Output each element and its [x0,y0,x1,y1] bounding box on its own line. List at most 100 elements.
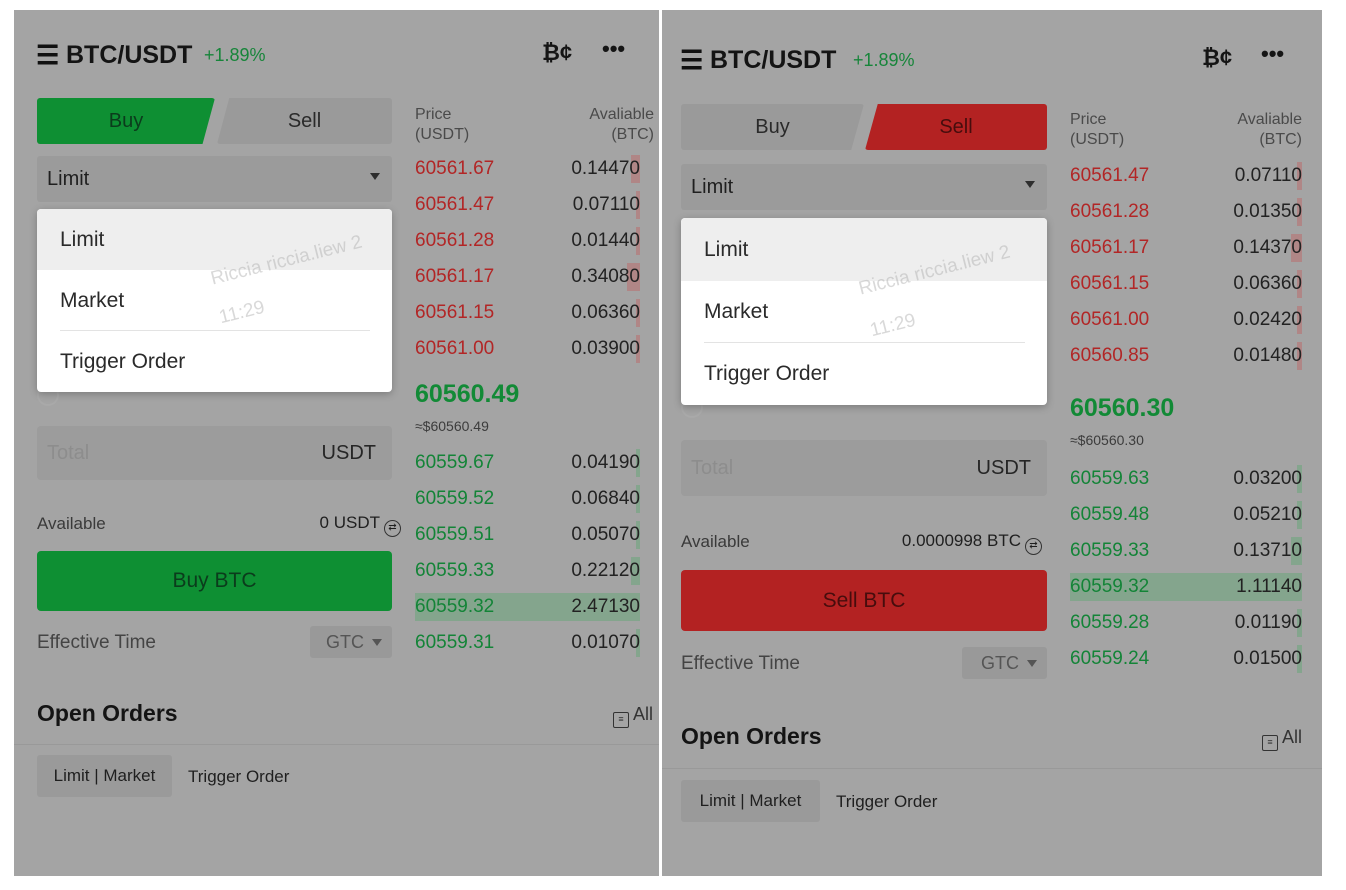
candlestick-chart-icon[interactable]: ₿¢ [542,40,572,66]
order-quantity: 0.03900 [571,338,640,359]
divider [14,744,659,745]
mid-price: 60560.49 [415,380,520,408]
ask-list: 60561.47 0.07110 60561.28 0.01350 60561.17 0.… [1070,158,1302,374]
bid-row[interactable]: 60559.51 0.05070 [415,517,640,553]
all-label: All [1281,727,1302,747]
order-type-select[interactable]: Limit [37,156,392,202]
bid-row[interactable]: 60559.52 0.06840 [415,481,640,517]
ask-row[interactable]: 60561.15 0.06360 [1070,266,1302,302]
chevron-down-icon [372,639,382,646]
order-quantity: 1.11140 [1236,576,1302,597]
ask-row[interactable]: 60561.28 0.01350 [1070,194,1302,230]
open-orders-title: Open Orders [37,700,178,726]
dropdown-option-trigger-order[interactable]: Trigger Order [681,343,1047,405]
bid-row[interactable]: 60559.33 0.22120 [415,553,640,589]
order-price: 60561.17 [415,266,495,287]
dropdown-option-market[interactable]: Market [37,270,392,331]
sell-btc-button[interactable]: Sell BTC [681,570,1047,631]
swap-icon[interactable]: ⇄ [1025,538,1042,555]
divider [662,768,1322,769]
tab-limit-market[interactable]: Limit | Market [37,755,172,797]
menu-icon[interactable]: ☰ [680,45,703,76]
order-type-value: Limit [47,167,90,190]
total-placeholder: Total [47,441,90,464]
ask-row[interactable]: 60561.47 0.07110 [415,187,640,223]
order-price: 60559.32 [1070,576,1150,597]
order-price: 60559.31 [415,632,495,653]
tab-trigger-order[interactable]: Trigger Order [836,792,937,812]
order-price: 60559.67 [415,452,495,473]
ask-row[interactable]: 60560.85 0.01480 [1070,338,1302,374]
dropdown-option-market[interactable]: Market [681,281,1047,343]
effective-time-select[interactable]: GTC [962,647,1047,679]
order-price: 60559.32 [415,596,495,617]
option-label: Market [60,288,125,312]
bid-row[interactable]: 60559.63 0.03200 [1070,461,1302,497]
order-quantity: 0.06360 [571,302,640,323]
ask-row[interactable]: 60561.47 0.07110 [1070,158,1302,194]
order-quantity: 0.07110 [1234,165,1302,186]
sell-tab[interactable]: Sell [865,104,1047,150]
tab-limit-market[interactable]: Limit | Market [681,780,820,822]
option-label: Limit [704,237,749,261]
list-icon: ≡ [612,712,629,728]
more-icon[interactable]: ••• [602,36,625,62]
bid-row[interactable]: 60559.48 0.05210 [1070,497,1302,533]
order-type-select[interactable]: Limit [681,164,1047,210]
chevron-down-icon [370,173,380,180]
ask-row[interactable]: 60561.17 0.14370 [1070,230,1302,266]
bid-row[interactable]: 60559.32 1.11140 [1070,569,1302,605]
bid-row[interactable]: 60559.67 0.04190 [415,445,640,481]
all-orders-link[interactable]: ≡ All [612,704,653,728]
bid-row[interactable]: 60559.33 0.13710 [1070,533,1302,569]
available-label: Available [37,514,106,533]
trade-panel-sell: ☰ BTC/USDT +1.89% ₿¢ ••• Buy Sell Limit … [662,10,1322,876]
more-icon[interactable]: ••• [1261,41,1284,67]
order-price: 60561.15 [415,302,495,323]
pair-title[interactable]: BTC/USDT [710,46,836,75]
ask-row[interactable]: 60561.28 0.01440 [415,223,640,259]
ask-row[interactable]: 60561.00 0.03900 [415,331,640,367]
ask-row[interactable]: 60561.00 0.02420 [1070,302,1302,338]
buy-tab[interactable]: Buy [37,98,215,144]
order-quantity: 0.06840 [571,488,640,509]
order-quantity: 0.01440 [571,230,640,251]
order-price: 60559.33 [415,560,495,581]
dropdown-option-trigger-order[interactable]: Trigger Order [37,331,392,392]
bid-row[interactable]: 60559.24 0.01500 [1070,641,1302,677]
tab-trigger-order[interactable]: Trigger Order [188,767,289,787]
qty-header: Avaliable (BTC) [589,106,654,143]
ask-row[interactable]: 60561.67 0.14470 [415,151,640,187]
qty-header: Avaliable (BTC) [1237,111,1302,148]
pair-title[interactable]: BTC/USDT [66,41,192,70]
total-field[interactable]: Total USDT [681,440,1047,496]
order-quantity: 0.13710 [1233,540,1302,561]
order-quantity: 0.05070 [571,524,640,545]
dropdown-option-limit[interactable]: Limit [37,209,392,270]
ask-row[interactable]: 60561.15 0.06360 [415,295,640,331]
menu-icon[interactable]: ☰ [36,40,59,71]
buy-tab[interactable]: Buy [681,104,864,150]
bid-row[interactable]: 60559.32 2.47130 [415,589,640,625]
order-quantity: 0.05210 [1233,504,1302,525]
sell-tab[interactable]: Sell [217,98,392,144]
available-amount: 0.0000998 BTC [901,531,1021,550]
order-price: 60559.51 [415,524,495,545]
order-type-dropdown: Limit Market Trigger Order [37,209,392,392]
ask-row[interactable]: 60561.17 0.34080 [415,259,640,295]
mid-price: 60560.30 [1070,394,1175,422]
price-change: +1.89% [853,50,915,70]
bid-row[interactable]: 60559.31 0.01070 [415,625,640,661]
total-field[interactable]: Total USDT [37,426,392,480]
effective-time-select[interactable]: GTC [310,626,392,658]
all-orders-link[interactable]: ≡ All [1261,727,1302,751]
swap-icon[interactable]: ⇄ [384,520,401,537]
bid-row[interactable]: 60559.28 0.01190 [1070,605,1302,641]
order-price: 60561.00 [1070,309,1150,330]
candlestick-chart-icon[interactable]: ₿¢ [1202,45,1232,71]
buy-btc-button[interactable]: Buy BTC [37,551,392,611]
dropdown-option-limit[interactable]: Limit [681,218,1047,281]
price-header: Price (USDT) [1070,111,1125,148]
order-price: 60561.15 [1070,273,1150,294]
order-price: 60561.17 [1070,237,1150,258]
